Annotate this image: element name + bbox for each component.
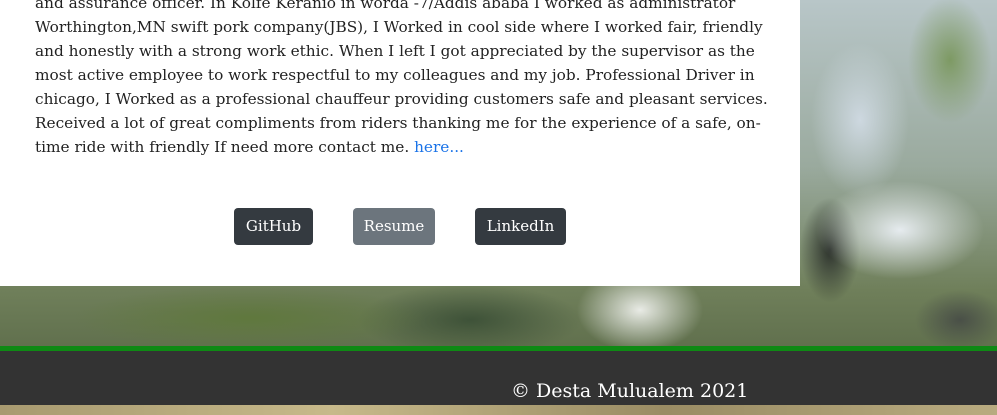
- background-bottom-strip: [0, 405, 997, 415]
- footer: © Desta Mulualem 2021: [0, 346, 997, 405]
- bio-text: and assurance officer. In Kolfe Keranio …: [35, 0, 768, 156]
- more-info-link[interactable]: here...: [414, 138, 464, 156]
- about-card: and assurance officer. In Kolfe Keranio …: [0, 0, 800, 286]
- footer-copyright: © Desta Mulualem 2021: [511, 380, 749, 402]
- linkedin-button[interactable]: LinkedIn: [475, 208, 566, 245]
- resume-button[interactable]: Resume: [353, 208, 435, 245]
- github-button[interactable]: GitHub: [234, 208, 313, 245]
- bio-paragraph: and assurance officer. In Kolfe Keranio …: [35, 0, 775, 159]
- page: and assurance officer. In Kolfe Keranio …: [0, 0, 997, 415]
